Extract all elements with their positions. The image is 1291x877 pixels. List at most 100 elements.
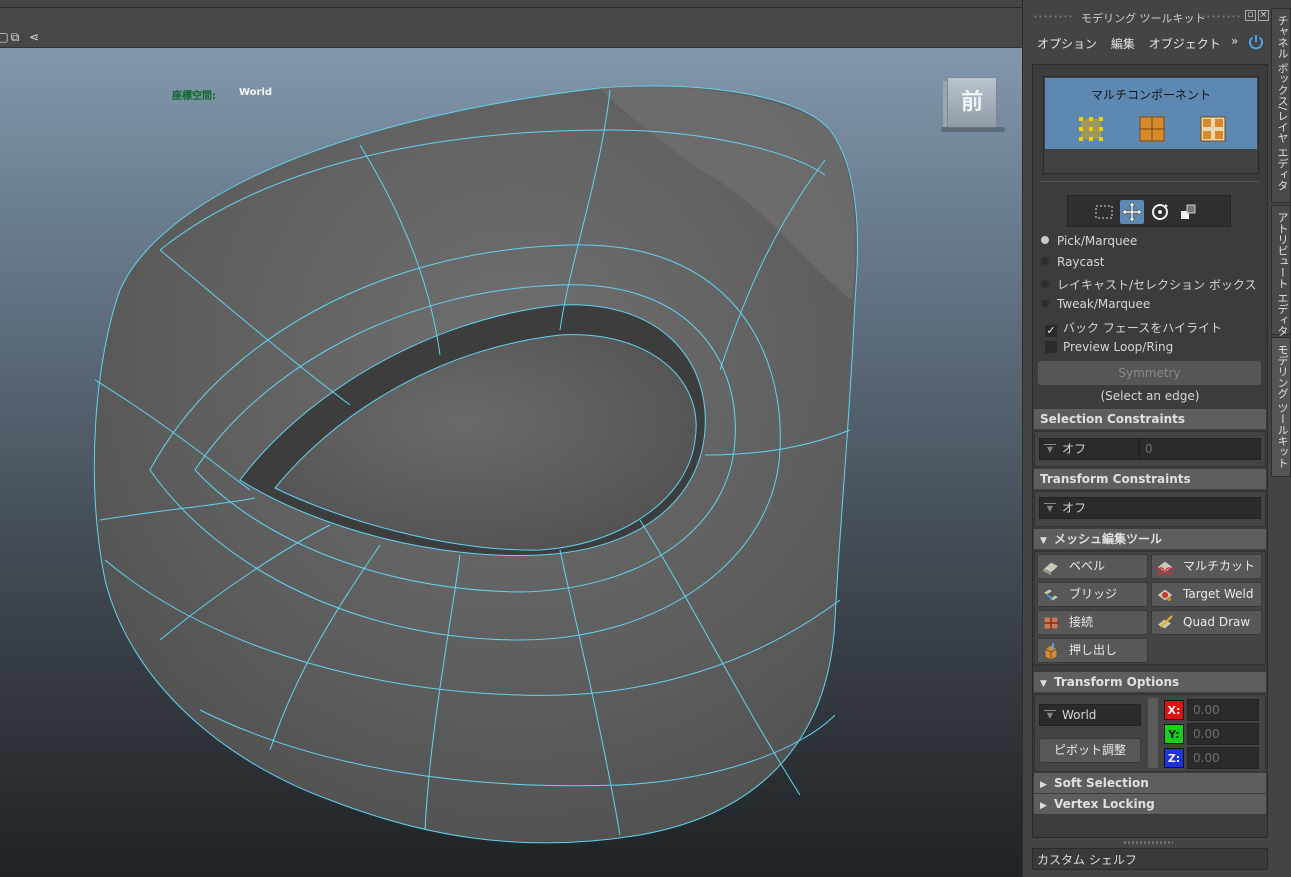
y-axis-field[interactable]: 0.00 (1187, 723, 1259, 745)
bevel-button[interactable]: ベベル (1037, 554, 1148, 579)
axis-divider (1148, 698, 1158, 768)
power-icon[interactable] (1247, 33, 1265, 51)
modeling-toolkit-panel: モデリング ツールキット ▫ × オプション 編集 オブジェクト » マルチコン… (1022, 0, 1291, 877)
panel-titlebar: モデリング ツールキット (1023, 8, 1271, 26)
z-axis-label: Z: (1164, 748, 1184, 768)
transform-tool-row (1067, 195, 1231, 227)
backface-highlight-checkbox[interactable]: ✓ バック フェースをハイライト (1045, 319, 1222, 337)
z-axis-field[interactable]: 0.00 (1187, 747, 1259, 769)
x-axis-field[interactable]: 0.00 (1187, 699, 1259, 721)
mesh-model[interactable] (0, 48, 1022, 877)
selection-constraints-body: ▼ オフ 0 (1034, 431, 1266, 467)
multi-component-box: マルチコンポーネント (1043, 76, 1259, 174)
edge-mode-icon[interactable] (1139, 116, 1165, 142)
tab-modeling-toolkit[interactable]: モデリング ツールキット (1271, 337, 1291, 477)
selection-constraint-number-field[interactable]: 0 (1139, 438, 1261, 460)
button-label: ベベル (1069, 559, 1106, 573)
y-axis-label: Y: (1164, 724, 1184, 744)
target-weld-icon (1156, 588, 1174, 602)
transform-options-header[interactable]: ▼ Transform Options (1034, 672, 1266, 692)
separator (1041, 181, 1259, 182)
extrude-icon (1044, 643, 1058, 661)
viewport-toolbar: ▢ ⧉ ⋖ (0, 8, 1022, 48)
rotate-tool-icon[interactable] (1148, 200, 1172, 224)
float-window-icon[interactable]: ▫ (1245, 10, 1256, 21)
bridge-icon (1042, 588, 1060, 602)
custom-shelf-header[interactable]: カスタム シェルフ (1032, 848, 1268, 870)
extrude-button[interactable]: 押し出し (1037, 638, 1148, 663)
move-tool-icon[interactable] (1120, 200, 1144, 224)
dropdown-arrow-icon: ▼ (1044, 503, 1056, 513)
menu-edit[interactable]: 編集 (1111, 35, 1135, 52)
checkmark-icon: ✓ (1045, 324, 1057, 337)
checkbox-label: バック フェースをハイライト (1063, 321, 1222, 335)
dropdown-arrow-icon: ▼ (1044, 710, 1056, 720)
button-label: ピボット調整 (1053, 743, 1126, 757)
radio-tweak-marquee[interactable]: Tweak/Marquee (1041, 297, 1150, 315)
transform-constraints-header[interactable]: Transform Constraints (1034, 469, 1266, 489)
section-title: Selection Constraints (1040, 412, 1185, 426)
multi-component-header[interactable]: マルチコンポーネント (1045, 78, 1257, 149)
menu-more-icon[interactable]: » (1231, 34, 1238, 48)
section-title: Soft Selection (1054, 776, 1149, 790)
viewport[interactable]: ▢ ⧉ ⋖ 座標空間: World 前 (0, 0, 1022, 877)
dropdown-value: オフ (1062, 501, 1087, 515)
viewcube[interactable]: 前 (941, 75, 1005, 132)
vertex-locking-header[interactable]: ▶ Vertex Locking (1034, 794, 1266, 814)
marquee-select-icon[interactable] (1092, 200, 1116, 224)
shelf-drag-handle[interactable] (1123, 840, 1173, 845)
soft-selection-header[interactable]: ▶ Soft Selection (1034, 773, 1266, 793)
selection-constraint-dropdown[interactable]: ▼ オフ (1039, 438, 1139, 460)
tab-attribute-editor[interactable]: アトリビュート エディタ (1271, 205, 1291, 337)
connect-button[interactable]: 接続 (1037, 610, 1148, 635)
dropdown-value: World (1062, 708, 1097, 722)
close-window-icon[interactable]: × (1258, 10, 1269, 21)
preview-loop-checkbox[interactable]: Preview Loop/Ring (1045, 340, 1173, 358)
multi-cut-icon (1156, 560, 1174, 575)
selection-constraints-header[interactable]: Selection Constraints (1034, 409, 1266, 429)
section-title: Vertex Locking (1054, 797, 1155, 811)
menu-options[interactable]: オプション (1037, 35, 1097, 52)
pivot-adjust-button[interactable]: ピボット調整 (1039, 738, 1141, 763)
section-title: メッシュ編集ツール (1054, 532, 1163, 546)
radio-label: Tweak/Marquee (1057, 297, 1151, 311)
face-mode-icon[interactable] (1200, 116, 1226, 142)
button-label: ブリッジ (1069, 587, 1118, 601)
drag-handle-right[interactable] (1201, 14, 1241, 19)
copy-view-icon[interactable]: ⧉ (8, 30, 22, 44)
coordinate-space-value: World (239, 87, 273, 98)
radio-raycast-selection-box[interactable]: レイキャスト/セレクション ボックス (1041, 276, 1257, 294)
connect-icon (1043, 616, 1059, 630)
transform-constraints-body: ▼ オフ (1034, 491, 1266, 527)
tab-channel-box[interactable]: チャネル ボックス/レイヤ エディタ (1271, 8, 1291, 203)
viewcube-shadow (941, 127, 1005, 132)
button-label: Quad Draw (1183, 615, 1251, 629)
toolkit-content: マルチコンポーネント Pick/Marquee Raycast レイキャスト/セ… (1032, 64, 1268, 838)
transform-space-dropdown[interactable]: ▼ World (1039, 704, 1141, 726)
coordinate-space-label: 座標空間: (172, 91, 216, 102)
target-weld-button[interactable]: Target Weld (1151, 582, 1262, 607)
dropdown-value: オフ (1062, 442, 1087, 456)
vertex-mode-icon[interactable] (1078, 116, 1104, 142)
viewcube-front-face[interactable]: 前 (947, 77, 997, 129)
share-icon[interactable]: ⋖ (27, 30, 41, 44)
drag-handle-left[interactable] (1033, 14, 1073, 19)
menu-object[interactable]: オブジェクト (1149, 35, 1221, 52)
radio-label: Raycast (1057, 255, 1105, 269)
multi-cut-button[interactable]: マルチカット (1151, 554, 1262, 579)
transform-options-body: ▼ World ピボット調整 X: 0.00 Y: 0.00 Z: 0.00 (1034, 694, 1266, 772)
symmetry-button[interactable]: Symmetry (1038, 361, 1261, 385)
viewport-top-bar (0, 0, 1022, 8)
radio-pick-marquee[interactable]: Pick/Marquee (1041, 234, 1137, 252)
transform-constraint-dropdown[interactable]: ▼ オフ (1039, 497, 1261, 519)
multi-component-label: マルチコンポーネント (1090, 88, 1211, 102)
bevel-icon (1042, 561, 1060, 575)
expand-arrow-icon: ▼ (1040, 536, 1047, 546)
bridge-button[interactable]: ブリッジ (1037, 582, 1148, 607)
panel-menu: オプション 編集 オブジェクト (1037, 35, 1231, 53)
scale-tool-icon[interactable] (1176, 200, 1200, 224)
quad-draw-button[interactable]: Quad Draw (1151, 610, 1262, 635)
button-label: Target Weld (1183, 587, 1254, 601)
mesh-tools-header[interactable]: ▼ メッシュ編集ツール (1034, 529, 1266, 549)
radio-raycast[interactable]: Raycast (1041, 255, 1104, 273)
